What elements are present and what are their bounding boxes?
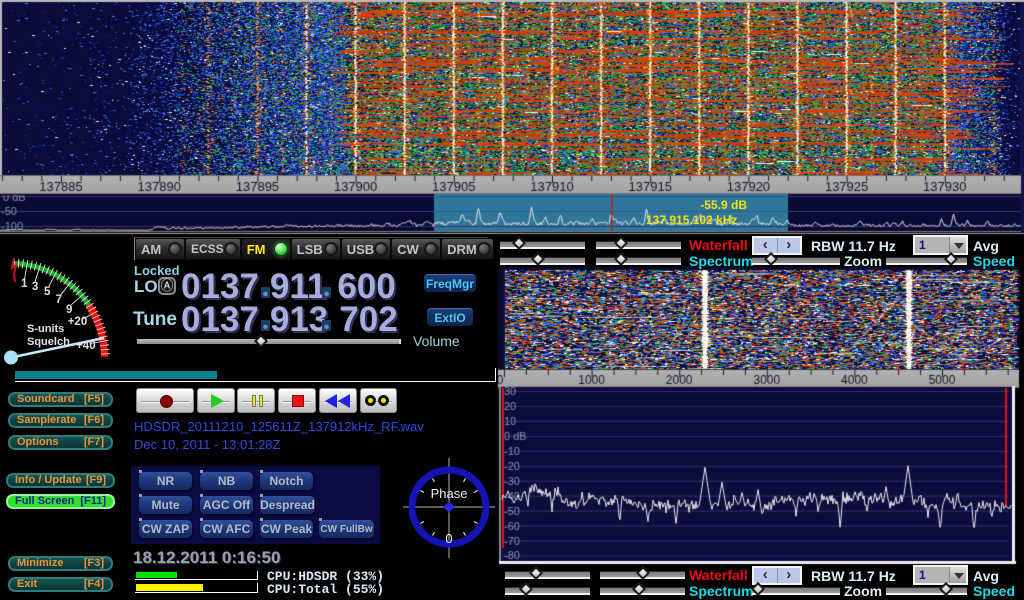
svg-text:5: 5	[44, 286, 51, 298]
svg-text:0: 0	[445, 531, 452, 546]
svg-text:1: 1	[21, 278, 28, 290]
svg-text:3: 3	[32, 281, 38, 293]
svg-text:Phase: Phase	[431, 486, 468, 501]
svg-text:7: 7	[56, 294, 62, 306]
svg-text:+20: +20	[68, 316, 88, 328]
svg-text:9: 9	[66, 304, 72, 316]
